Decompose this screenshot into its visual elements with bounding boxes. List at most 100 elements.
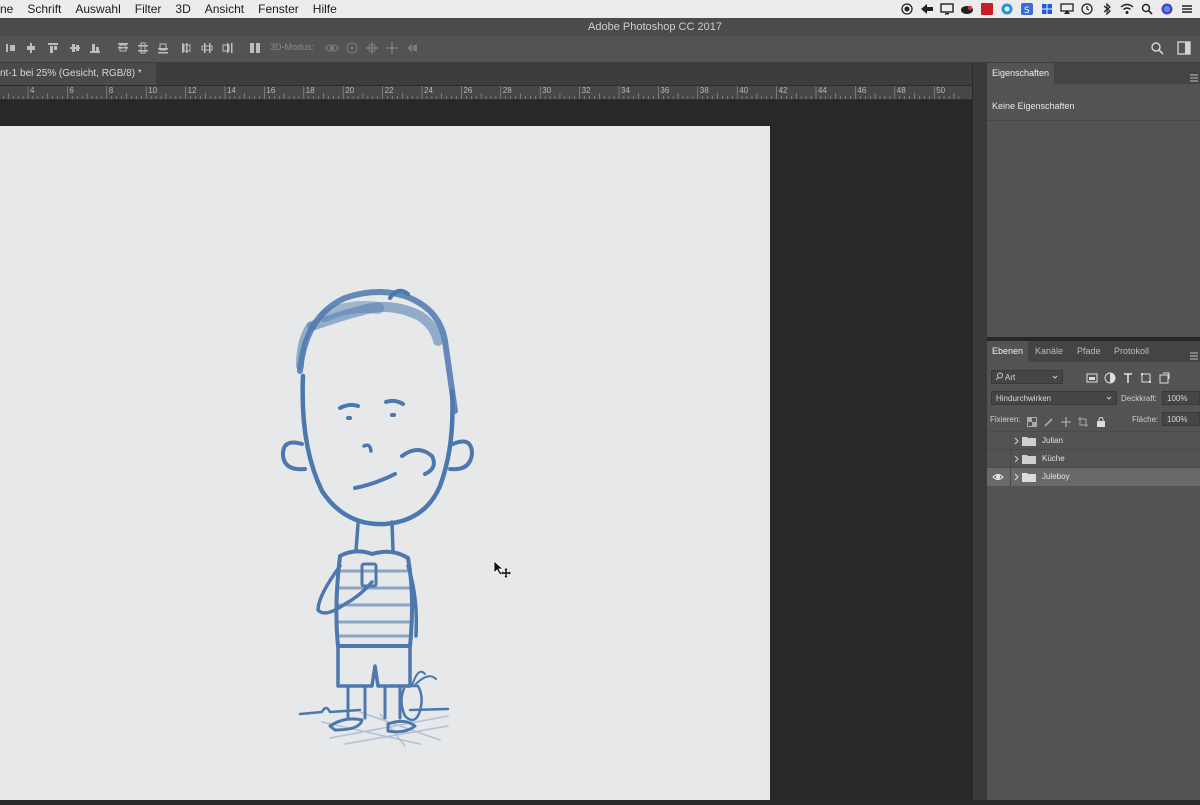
- menu-item-type[interactable]: Schrift: [20, 0, 68, 18]
- svg-text:S: S: [1024, 6, 1030, 15]
- ruler-tick-label: 8: [108, 86, 114, 95]
- display-icon[interactable]: [940, 2, 954, 16]
- blend-mode-select[interactable]: Hindurchwirken: [991, 391, 1117, 405]
- ruler-tick-label: 10: [148, 86, 158, 95]
- 3d-roll-icon[interactable]: [345, 41, 359, 55]
- menu-item-3d[interactable]: 3D: [168, 0, 197, 18]
- filter-adjustment-icon[interactable]: [1104, 371, 1116, 384]
- filter-shape-icon[interactable]: [1140, 371, 1152, 383]
- folder-icon: [1022, 436, 1036, 446]
- align-vertical-centers-icon[interactable]: [68, 41, 82, 55]
- ruler-tick-label: 26: [463, 86, 473, 95]
- tab-channels[interactable]: Kanäle: [1030, 341, 1068, 362]
- 3d-slide-icon[interactable]: [385, 41, 399, 55]
- filter-pixel-icon[interactable]: [1086, 371, 1098, 383]
- ruler-tick-label: 6: [69, 86, 74, 95]
- chevron-right-icon[interactable]: [1013, 435, 1021, 447]
- lock-artboard-icon[interactable]: [1078, 414, 1088, 427]
- ruler-tick-label: 48: [896, 86, 906, 95]
- opacity-field[interactable]: 100%: [1162, 391, 1200, 405]
- menu-item-view[interactable]: Ansicht: [198, 0, 251, 18]
- layer-filter-select[interactable]: Art: [991, 370, 1063, 384]
- eye-icon[interactable]: [992, 471, 1004, 483]
- wifi-icon[interactable]: [1120, 2, 1134, 16]
- 3d-pan-icon[interactable]: [365, 41, 379, 55]
- horizontal-ruler[interactable]: 4 6 8 10 12 14 16 18 20 22 24 26 28 30 32 34 36 38 40 42 44 4…: [0, 86, 972, 100]
- airplay-icon[interactable]: [1060, 2, 1074, 16]
- layer-row-kueche[interactable]: Küche: [987, 449, 1200, 468]
- layer-row-juleboy[interactable]: Juleboy: [987, 467, 1200, 486]
- ruler-tick-label: 20: [345, 86, 355, 95]
- align-left-edges-icon[interactable]: [4, 41, 18, 55]
- distribute-vertical-centers-icon[interactable]: [136, 41, 150, 55]
- tab-paths[interactable]: Pfade: [1072, 341, 1106, 362]
- filter-smart-object-icon[interactable]: [1158, 371, 1170, 384]
- lock-image-pixels-icon[interactable]: [1044, 414, 1054, 427]
- distribute-horizontal-centers-icon[interactable]: [200, 41, 214, 55]
- chevron-right-icon[interactable]: [1013, 453, 1021, 465]
- tab-layers[interactable]: Ebenen: [987, 341, 1029, 362]
- no-properties-text: Keine Eigenschaften: [992, 101, 1075, 111]
- red-app-icon[interactable]: [980, 2, 994, 16]
- opacity-label: Deckkraft:: [1121, 394, 1158, 403]
- tab-properties[interactable]: Eigenschaften: [987, 63, 1055, 84]
- layer-divider: [1010, 450, 1011, 468]
- properties-divider: [987, 120, 1200, 121]
- lock-all-icon[interactable]: [1096, 414, 1106, 427]
- menu-item-help[interactable]: Hilfe: [306, 0, 344, 18]
- windows-icon[interactable]: [1040, 2, 1054, 16]
- options-bar: 3D-Modus:: [0, 36, 1200, 63]
- screen-share-icon[interactable]: [920, 2, 934, 16]
- record-icon[interactable]: [900, 2, 914, 16]
- workspace-icon[interactable]: [1177, 41, 1191, 55]
- auto-align-icon[interactable]: [248, 41, 262, 55]
- fill-value: 100%: [1167, 415, 1188, 424]
- tab-history[interactable]: Protokoll: [1109, 341, 1154, 362]
- 3d-orbit-icon[interactable]: [325, 41, 339, 55]
- chevron-right-icon[interactable]: [1013, 471, 1021, 483]
- align-bottom-icon[interactable]: [88, 41, 102, 55]
- ruler-tick-label: 38: [699, 86, 709, 95]
- status-icons: S: [900, 0, 1194, 18]
- spotlight-icon[interactable]: [1140, 2, 1154, 16]
- ruler-tick-label: 42: [778, 86, 788, 95]
- siri-icon[interactable]: [1160, 2, 1174, 16]
- layer-name: Julian: [1042, 436, 1063, 445]
- canvas[interactable]: [0, 126, 770, 800]
- ruler-tick-label: 14: [227, 86, 236, 95]
- cloud-icon[interactable]: [960, 2, 974, 16]
- document-tab[interactable]: nt-1 bei 25% (Gesicht, RGB/8) *: [0, 63, 156, 85]
- ruler-tick-label: 22: [384, 86, 394, 95]
- 3d-scale-icon[interactable]: [405, 41, 419, 55]
- distribute-left-icon[interactable]: [180, 41, 194, 55]
- layer-row-julian[interactable]: Julian: [987, 431, 1200, 450]
- distribute-top-icon[interactable]: [116, 41, 130, 55]
- filter-type-icon[interactable]: [1122, 371, 1134, 383]
- ruler-tick-label: 34: [621, 86, 630, 95]
- character-sketch: [280, 288, 474, 747]
- menu-list-icon[interactable]: [1180, 2, 1194, 16]
- panel-menu-icon[interactable]: [1190, 347, 1198, 360]
- menu-item-window[interactable]: Fenster: [251, 0, 306, 18]
- align-horizontal-centers-icon[interactable]: [24, 41, 38, 55]
- menu-item-select[interactable]: Auswahl: [68, 0, 127, 18]
- ruler-tick-label: 24: [424, 86, 433, 95]
- search-icon[interactable]: [1150, 41, 1164, 55]
- distribute-right-icon[interactable]: [220, 41, 234, 55]
- 3d-mode-label: 3D-Modus:: [270, 42, 315, 52]
- app-title-bar: Adobe Photoshop CC 2017: [0, 18, 1200, 36]
- align-top-icon[interactable]: [46, 41, 60, 55]
- s-app-icon[interactable]: S: [1020, 2, 1034, 16]
- panel-menu-icon[interactable]: [1190, 69, 1198, 82]
- menu-item-filter[interactable]: Filter: [128, 0, 169, 18]
- lock-position-icon[interactable]: [1061, 414, 1071, 427]
- distribute-bottom-icon[interactable]: [156, 41, 170, 55]
- lock-transparent-pixels-icon[interactable]: [1027, 414, 1037, 427]
- globe-icon[interactable]: [1000, 2, 1014, 16]
- fill-field[interactable]: 100%: [1162, 412, 1200, 426]
- blend-mode-value: Hindurchwirken: [996, 394, 1052, 403]
- time-machine-icon[interactable]: [1080, 2, 1094, 16]
- fill-label: Fläche:: [1132, 415, 1159, 424]
- menu-item-file[interactable]: ne: [0, 0, 20, 18]
- bluetooth-icon[interactable]: [1100, 2, 1114, 16]
